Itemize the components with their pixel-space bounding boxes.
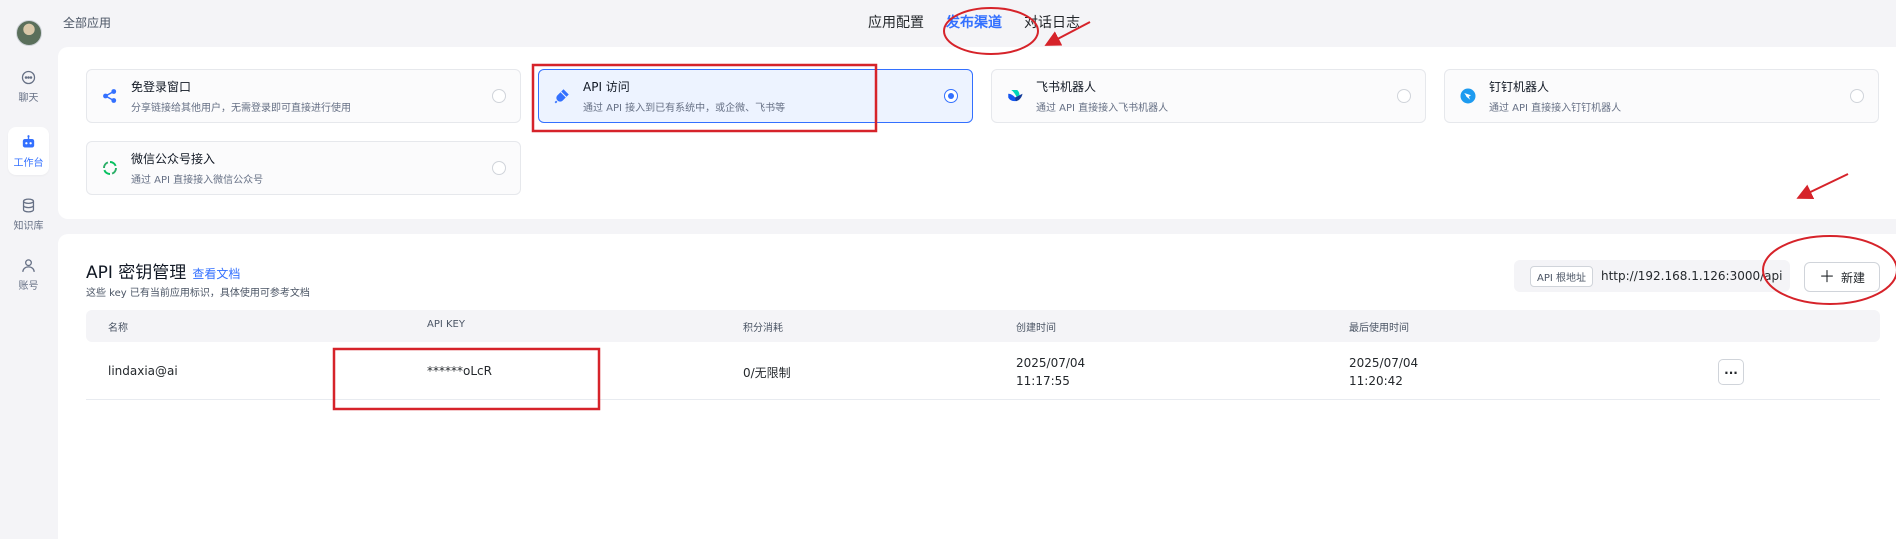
rail-label-workspace: 工作台 (13, 157, 44, 169)
api-key-title-text: API 密钥管理 (86, 263, 187, 283)
col-last-used: 最后使用时间 (1349, 323, 1409, 334)
top-tabs: 应用配置 发布渠道 对话日志 (868, 12, 1080, 32)
channel-panel: 免登录窗口 分享链接给其他用户，无需登录即可直接进行使用 API 访问 通过 A… (58, 47, 1896, 219)
channel-title: 微信公众号接入 (131, 152, 216, 166)
channel-card-api[interactable]: API 访问 通过 API 接入到已有系统中，或企微、飞书等 (538, 69, 973, 123)
channel-card-feishu[interactable]: 飞书机器人 通过 API 直接接入飞书机器人 (991, 69, 1426, 123)
channel-card-wechat[interactable]: 微信公众号接入 通过 API 直接接入微信公众号 (86, 141, 521, 195)
row-created-time: 11:17:55 (1016, 374, 1070, 388)
row-last-time: 11:20:42 (1349, 374, 1403, 388)
rail-item-knowledge[interactable]: 知识库 (8, 190, 49, 238)
row-api-key: ******oLcR (427, 364, 492, 378)
api-plug-icon (554, 89, 569, 104)
channel-title: 免登录窗口 (131, 80, 192, 94)
rail-label-account: 账号 (18, 280, 39, 292)
base-url-value[interactable]: http://192.168.1.126:3000/api (1601, 269, 1782, 283)
view-docs-link[interactable]: 查看文档 (192, 267, 240, 281)
feishu-icon (1008, 90, 1023, 102)
col-usage: 积分消耗 (743, 323, 783, 334)
channel-desc: 通过 API 直接接入微信公众号 (131, 175, 264, 186)
share-icon (103, 89, 117, 103)
channel-title: 飞书机器人 (1036, 80, 1097, 94)
row-more-button[interactable]: ... (1718, 359, 1744, 385)
row-created-date: 2025/07/04 (1016, 356, 1086, 370)
channel-desc: 通过 API 直接接入钉钉机器人 (1489, 103, 1622, 114)
col-created: 创建时间 (1016, 323, 1056, 334)
row-usage: 0/无限制 (743, 366, 791, 380)
breadcrumb[interactable]: 全部应用 (63, 14, 111, 31)
row-created: 2025/07/04 11:17:55 (1016, 354, 1085, 390)
channel-radio[interactable] (1397, 89, 1411, 103)
table-row: lindaxia@ai ******oLcR 0/无限制 2025/07/04 … (86, 344, 1880, 400)
avatar[interactable] (16, 20, 42, 46)
wechat-icon (103, 161, 117, 175)
channel-title: 钉钉机器人 (1489, 80, 1550, 94)
api-key-subtitle: 这些 key 已有当前应用标识，具体使用可参考文档 (86, 288, 310, 299)
row-name: lindaxia@ai (108, 364, 178, 378)
api-base-url[interactable]: API 根地址 http://192.168.1.126:3000/api (1514, 260, 1790, 292)
database-icon (22, 197, 35, 213)
rail-label-chat: 聊天 (18, 92, 39, 104)
channel-desc: 通过 API 接入到已有系统中，或企微、飞书等 (583, 103, 786, 114)
left-rail: 聊天 工作台 知识库 账号 (0, 0, 57, 539)
channel-desc: 分享链接给其他用户，无需登录即可直接进行使用 (131, 103, 351, 114)
row-last-used: 2025/07/04 11:20:42 (1349, 354, 1418, 390)
robot-icon (22, 134, 35, 147)
channel-card-dingtalk[interactable]: 钉钉机器人 通过 API 直接接入钉钉机器人 (1444, 69, 1879, 123)
channel-desc: 通过 API 直接接入飞书机器人 (1036, 103, 1169, 114)
channel-radio[interactable] (1850, 89, 1864, 103)
rail-label-knowledge: 知识库 (13, 220, 44, 232)
table-header: 名称 API KEY 积分消耗 创建时间 最后使用时间 (86, 310, 1880, 342)
channel-radio-selected[interactable] (944, 89, 958, 103)
col-api-key: API KEY (427, 319, 465, 330)
channel-title: API 访问 (583, 80, 630, 94)
new-key-label: 新建 (1841, 270, 1866, 285)
user-icon (22, 258, 35, 272)
base-url-tag: API 根地址 (1530, 265, 1593, 287)
dingtalk-icon (1460, 88, 1476, 104)
rail-item-account[interactable]: 账号 (8, 250, 49, 298)
tab-app-config[interactable]: 应用配置 (868, 12, 924, 32)
channel-radio[interactable] (492, 89, 506, 103)
channel-radio[interactable] (492, 161, 506, 175)
api-key-panel: API 密钥管理 查看文档 这些 key 已有当前应用标识，具体使用可参考文档 A… (58, 234, 1896, 539)
rail-item-workspace[interactable]: 工作台 (8, 127, 49, 175)
api-key-title: API 密钥管理 查看文档 (86, 258, 240, 283)
rail-item-chat[interactable]: 聊天 (8, 62, 49, 110)
tab-chat-logs[interactable]: 对话日志 (1024, 12, 1080, 32)
channel-card-share[interactable]: 免登录窗口 分享链接给其他用户，无需登录即可直接进行使用 (86, 69, 521, 123)
row-last-date: 2025/07/04 (1349, 356, 1419, 370)
chat-icon (21, 70, 36, 84)
new-key-button[interactable]: ＋ 新建 (1804, 262, 1880, 292)
col-name: 名称 (108, 323, 128, 334)
tab-publish-channel[interactable]: 发布渠道 (946, 12, 1002, 32)
plus-icon: ＋ (1818, 267, 1835, 286)
